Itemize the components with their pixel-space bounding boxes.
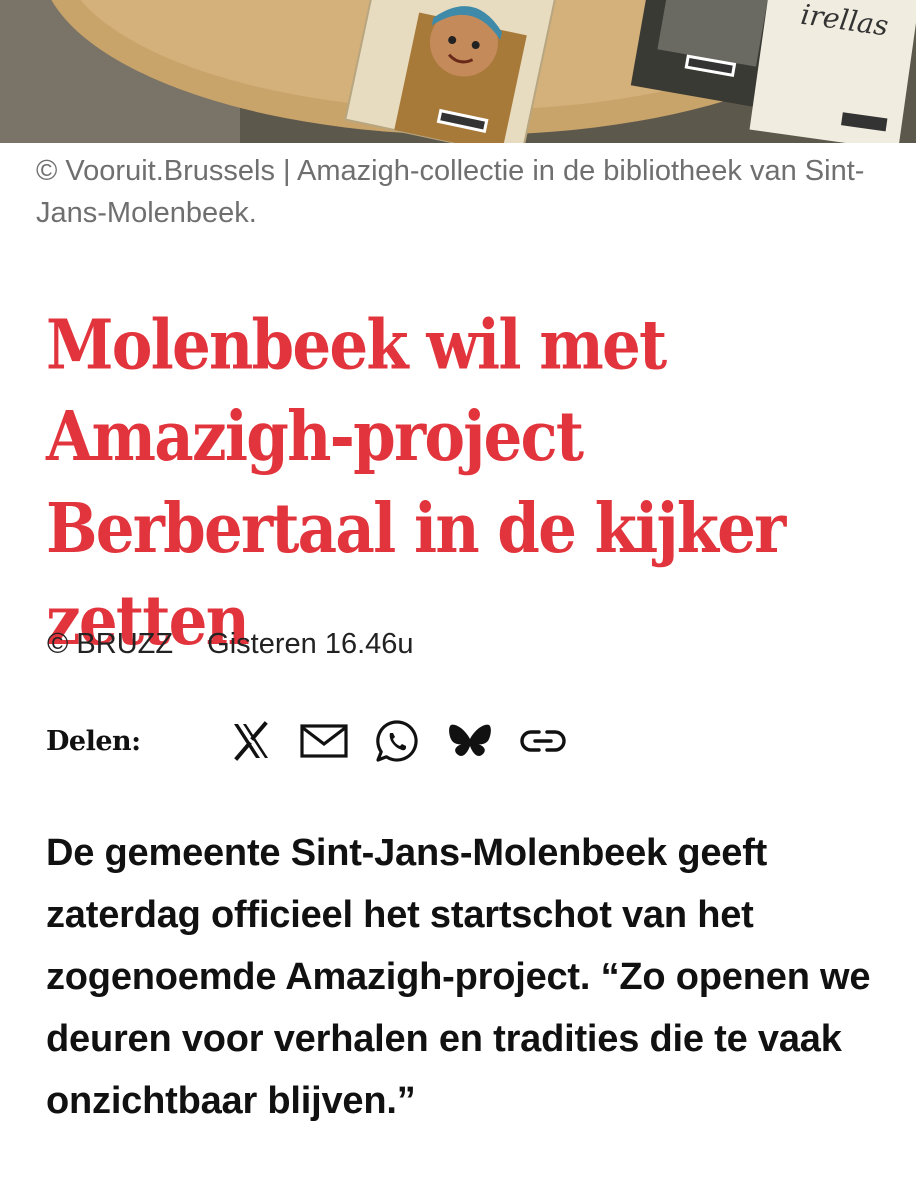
bluesky-icon[interactable] [445,716,495,766]
share-label: Delen: [46,725,141,757]
article-intro: De gemeente Sint-Jans-Molenbeek geeft za… [46,832,871,1122]
share-bar: Delen: [46,716,591,766]
whatsapp-icon[interactable] [372,716,422,766]
x-icon[interactable] [226,716,276,766]
article-source: © BRUZZ [47,628,174,660]
library-books-photo: irellas [0,0,916,143]
article-date: Gisteren 16.46u [207,628,414,660]
article-headline: Molenbeek wil met Amazigh-project Berber… [46,305,786,661]
hero-image: irellas [0,0,916,143]
mail-icon[interactable] [299,716,349,766]
photo-caption: © Vooruit.Brussels | Amazigh-collectie i… [36,155,865,229]
article-meta: © BRUZZ Gisteren 16.46u [47,622,414,666]
link-icon[interactable] [518,716,568,766]
